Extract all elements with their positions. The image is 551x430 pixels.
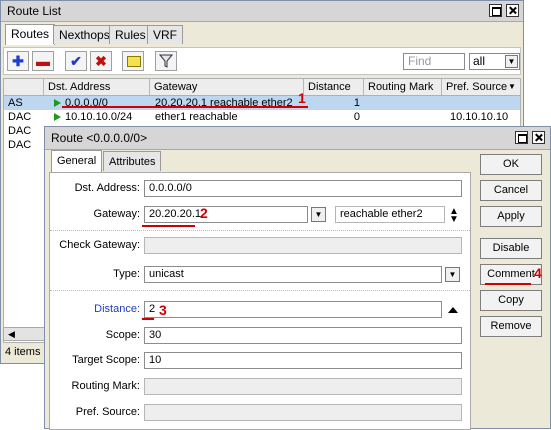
target-scope-field[interactable]: 10 xyxy=(144,352,462,369)
ok-button[interactable]: OK xyxy=(480,154,542,175)
find-input[interactable]: Find xyxy=(403,53,465,70)
disable-x-icon[interactable]: ✖ xyxy=(90,51,112,71)
type-dropdown-icon[interactable]: ▼ xyxy=(445,267,460,282)
row-dst-cell: 10.10.10.0/24 xyxy=(54,110,148,124)
distance-label[interactable]: Distance: xyxy=(52,301,140,318)
tab-vrf[interactable]: VRF xyxy=(147,25,183,44)
gateway-field[interactable]: 20.20.20.1 xyxy=(144,206,308,223)
add-icon[interactable]: ✚ xyxy=(7,51,29,71)
column-menu-icon[interactable]: ▼ xyxy=(508,82,516,91)
route-flag-icon xyxy=(54,99,61,107)
route-dialog-title: Route <0.0.0.0/0> xyxy=(51,131,148,145)
row-pref-source xyxy=(446,96,520,110)
route-flag-icon xyxy=(54,113,61,121)
cancel-button[interactable]: Cancel xyxy=(480,180,542,201)
pref-source-field[interactable] xyxy=(144,404,462,421)
collapse-up-icon[interactable] xyxy=(448,307,458,313)
row-pref-source: 10.10.10.10 xyxy=(450,111,509,123)
gateway-state: reachable ether2 xyxy=(335,206,445,223)
row-flags: AS xyxy=(8,97,23,109)
gateway-updown-icon[interactable]: ▲ ▼ xyxy=(449,207,459,225)
separator xyxy=(50,290,470,292)
pref-source-label: Pref. Source: xyxy=(75,406,140,418)
annotation-underline-3 xyxy=(142,318,154,320)
check-gateway-field[interactable] xyxy=(144,237,462,254)
table-row[interactable]: DAC 10.10.10.0/24 ether1 reachable 0 10.… xyxy=(4,110,520,124)
annotation-underline-1 xyxy=(62,106,308,108)
route-dialog-titlebar[interactable]: Route <0.0.0.0/0> xyxy=(45,127,550,150)
routing-mark-field[interactable] xyxy=(144,378,462,395)
gateway-dropdown-icon[interactable]: ▼ xyxy=(311,207,326,222)
maximize-icon[interactable] xyxy=(515,131,528,144)
check-gateway-label: Check Gateway: xyxy=(59,239,140,251)
apply-button[interactable]: Apply xyxy=(480,206,542,227)
col-flags[interactable] xyxy=(4,79,44,95)
close-icon[interactable] xyxy=(506,4,519,17)
distance-field[interactable]: 2 xyxy=(144,301,442,318)
tab-nexthops[interactable]: Nexthops xyxy=(53,25,116,44)
dst-address-field[interactable]: 0.0.0.0/0 xyxy=(144,180,462,197)
annotation-2: 2 xyxy=(200,205,208,221)
gateway-label: Gateway: xyxy=(93,208,140,220)
scope-field[interactable]: 30 xyxy=(144,327,462,344)
row-dst: 10.10.10.0/24 xyxy=(65,111,133,123)
disable-button[interactable]: Disable xyxy=(480,238,542,259)
maximize-icon[interactable] xyxy=(489,4,502,17)
horizontal-scrollbar[interactable]: ◀ xyxy=(3,327,45,341)
filter-icon[interactable] xyxy=(155,51,177,71)
annotation-underline-4 xyxy=(485,283,531,285)
annotation-1: 1 xyxy=(298,90,306,106)
chevron-down-icon: ▼ xyxy=(505,55,518,68)
row-distance: 0 xyxy=(353,111,360,123)
tab-routes[interactable]: Routes xyxy=(5,24,56,45)
row-flags: DAC xyxy=(8,125,32,137)
copy-button[interactable]: Copy xyxy=(480,290,542,311)
row-flags: DAC xyxy=(8,139,32,151)
routing-mark-label: Routing Mark: xyxy=(71,380,140,392)
filter-select[interactable]: all ▼ xyxy=(469,53,520,70)
remove-icon[interactable]: ▬ xyxy=(32,51,54,71)
table-header: Dst. Address Gateway Distance Routing Ma… xyxy=(4,79,520,96)
comment-button[interactable]: Comment xyxy=(480,264,542,285)
route-list-titlebar[interactable]: Route List xyxy=(1,1,523,22)
col-dst-address[interactable]: Dst. Address xyxy=(44,79,150,95)
enable-check-icon[interactable]: ✔ xyxy=(65,51,87,71)
tab-attributes[interactable]: Attributes xyxy=(103,151,162,171)
row-distance: 1 xyxy=(353,97,360,109)
close-icon[interactable] xyxy=(532,131,545,144)
target-scope-label: Target Scope: xyxy=(72,354,140,366)
type-field[interactable]: unicast xyxy=(144,266,442,283)
scroll-left-icon[interactable]: ◀ xyxy=(8,329,15,339)
annotation-3: 3 xyxy=(159,302,167,318)
col-gateway[interactable]: Gateway xyxy=(150,79,304,95)
type-label: Type: xyxy=(113,268,140,280)
row-gateway: ether1 reachable xyxy=(155,111,238,123)
route-dialog: Route <0.0.0.0/0> General Attributes Dst… xyxy=(44,126,551,430)
route-list-toolbar: ✚ ▬ ✔ ✖ Find all ▼ xyxy=(3,47,521,75)
col-distance[interactable]: Distance xyxy=(304,79,364,95)
comment-note-icon[interactable] xyxy=(122,51,144,71)
tab-rules[interactable]: Rules xyxy=(109,25,152,44)
general-panel: Dst. Address: 0.0.0.0/0 Gateway: 20.20.2… xyxy=(49,172,471,430)
scope-label: Scope: xyxy=(105,329,140,341)
status-count: 4 items xyxy=(5,346,41,358)
remove-button[interactable]: Remove xyxy=(480,316,542,337)
col-routing-mark[interactable]: Routing Mark xyxy=(364,79,442,95)
row-flags: DAC xyxy=(8,111,32,123)
tab-general[interactable]: General xyxy=(51,150,103,172)
annotation-4: 4 xyxy=(534,265,542,281)
annotation-underline-2 xyxy=(142,225,195,227)
route-list-title: Route List xyxy=(7,4,62,18)
filter-select-value: all xyxy=(473,54,486,68)
dst-address-label: Dst. Address: xyxy=(74,182,140,194)
separator xyxy=(50,230,470,232)
